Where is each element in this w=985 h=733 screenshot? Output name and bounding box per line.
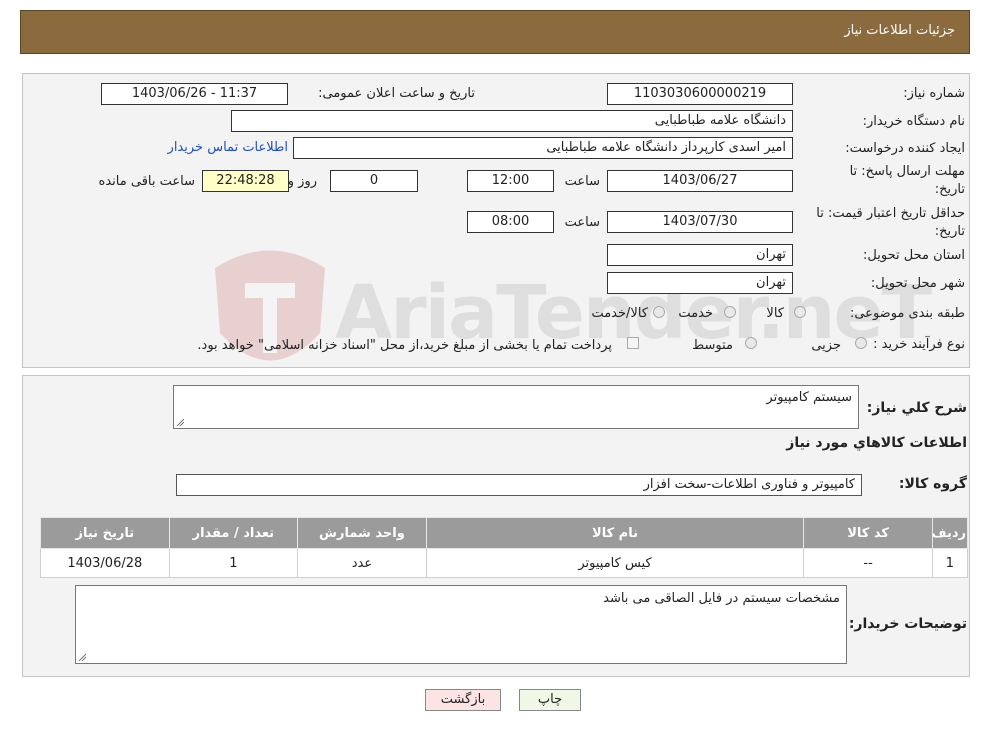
- category-service-radio[interactable]: [724, 306, 736, 318]
- page-header: جزئیات اطلاعات نیاز: [20, 10, 970, 54]
- validity-time-field: 08:00: [467, 211, 554, 233]
- remaining-label: ساعت باقی مانده: [98, 174, 195, 189]
- creator-label: ایجاد کننده درخواست:: [845, 141, 965, 156]
- remaining-time-field: 22:48:28: [202, 170, 289, 192]
- validity-label-date: تاریخ:: [934, 224, 965, 239]
- col-row-header: رديف: [931, 517, 969, 549]
- buyer-notes-textarea[interactable]: مشخصات سیستم در فایل الصاقی می باشد: [75, 585, 847, 664]
- category-goods-label: کالا: [766, 306, 784, 321]
- deadline-date-field: 1403/06/27: [607, 170, 793, 192]
- city-label: شهر محل تحویل:: [870, 276, 965, 291]
- buyer-notes-label: توضیحات خریدار:: [848, 616, 967, 632]
- validity-label: حداقل تاریخ اعتبار قیمت: تا: [816, 206, 965, 221]
- category-service-label: خدمت: [678, 306, 713, 321]
- resize-handle-icon[interactable]: [78, 653, 86, 661]
- summary-label: شرح کلي نياز:: [866, 400, 967, 416]
- province-label: استان محل تحویل:: [863, 248, 965, 263]
- days-label: روز و: [287, 174, 317, 189]
- table-row: 1 -- کیس کامپیوتر عدد 1 1403/06/28: [40, 548, 969, 578]
- goods-table-wrapper: رديف کد کالا نام کالا واحد شمارش تعداد /…: [40, 517, 969, 578]
- process-minor-radio[interactable]: [855, 337, 867, 349]
- process-label: نوع فرآیند خرید :: [873, 337, 965, 352]
- province-field: تهران: [607, 244, 793, 266]
- deadline-label-date: تاریخ:: [934, 182, 965, 197]
- resize-handle-icon[interactable]: [176, 418, 184, 426]
- days-field: 0: [330, 170, 418, 192]
- goods-table-header: رديف کد کالا نام کالا واحد شمارش تعداد /…: [40, 517, 969, 549]
- back-button[interactable]: بازگشت: [425, 689, 501, 711]
- announce-label: تاریخ و ساعت اعلان عمومی:: [318, 86, 475, 101]
- cell-date: 1403/06/28: [40, 548, 170, 578]
- buyer-notes-text: مشخصات سیستم در فایل الصاقی می باشد: [603, 591, 840, 606]
- deadline-time-label: ساعت: [564, 174, 600, 189]
- goods-heading: اطلاعات کالاهاي مورد نياز: [786, 435, 967, 451]
- buyer-field: دانشگاه علامه طباطبایی: [231, 110, 793, 132]
- process-medium-radio[interactable]: [745, 337, 757, 349]
- category-goods-service-radio[interactable]: [653, 306, 665, 318]
- category-goods-service-label: کالا/خدمت: [591, 306, 648, 321]
- announce-field: 1403/06/26 - 11:37: [101, 83, 288, 105]
- col-date-header: تاريخ نياز: [40, 517, 170, 549]
- col-name-header: نام کالا: [425, 517, 805, 549]
- process-minor-label: جزیی: [811, 338, 841, 353]
- goods-group-field: کامپیوتر و فناوری اطلاعات-سخت افزار: [176, 474, 862, 496]
- goods-table: رديف کد کالا نام کالا واحد شمارش تعداد /…: [40, 517, 969, 578]
- page-title: جزئیات اطلاعات نیاز: [844, 23, 955, 38]
- creator-field: امیر اسدی کارپرداز دانشگاه علامه طباطبای…: [293, 137, 793, 159]
- category-label: طبقه بندی موضوعی:: [849, 306, 965, 321]
- cell-unit: عدد: [297, 548, 427, 578]
- validity-date-field: 1403/07/30: [607, 211, 793, 233]
- process-medium-label: متوسط: [692, 338, 733, 353]
- goods-group-label: گروه کالا:: [898, 476, 967, 492]
- treasury-payment-checkbox[interactable]: [627, 337, 639, 349]
- category-goods-radio[interactable]: [794, 306, 806, 318]
- need-number-label: شماره نیاز:: [903, 86, 965, 101]
- col-unit-header: واحد شمارش: [297, 517, 427, 549]
- validity-time-label: ساعت: [564, 215, 600, 230]
- print-button[interactable]: چاپ: [519, 689, 581, 711]
- treasury-payment-note: پرداخت تمام یا بخشی از مبلغ خرید،از محل …: [197, 338, 612, 353]
- cell-qty: 1: [168, 548, 299, 578]
- buyer-label: نام دستگاه خریدار:: [862, 114, 965, 129]
- cell-name: کیس کامپیوتر: [425, 548, 805, 578]
- deadline-time-field: 12:00: [467, 170, 554, 192]
- summary-textarea[interactable]: سیستم کامپیوتر: [173, 385, 859, 429]
- cell-row: 1: [931, 548, 969, 578]
- col-code-header: کد کالا: [803, 517, 933, 549]
- city-field: تهران: [607, 272, 793, 294]
- need-number-field: 1103030600000219: [607, 83, 793, 105]
- cell-code: --: [803, 548, 933, 578]
- buyer-contact-link[interactable]: اطلاعات تماس خریدار: [168, 140, 288, 155]
- summary-text: سیستم کامپیوتر: [766, 390, 852, 405]
- deadline-label: مهلت ارسال پاسخ: تا: [849, 164, 965, 179]
- col-qty-header: تعداد / مقدار: [168, 517, 299, 549]
